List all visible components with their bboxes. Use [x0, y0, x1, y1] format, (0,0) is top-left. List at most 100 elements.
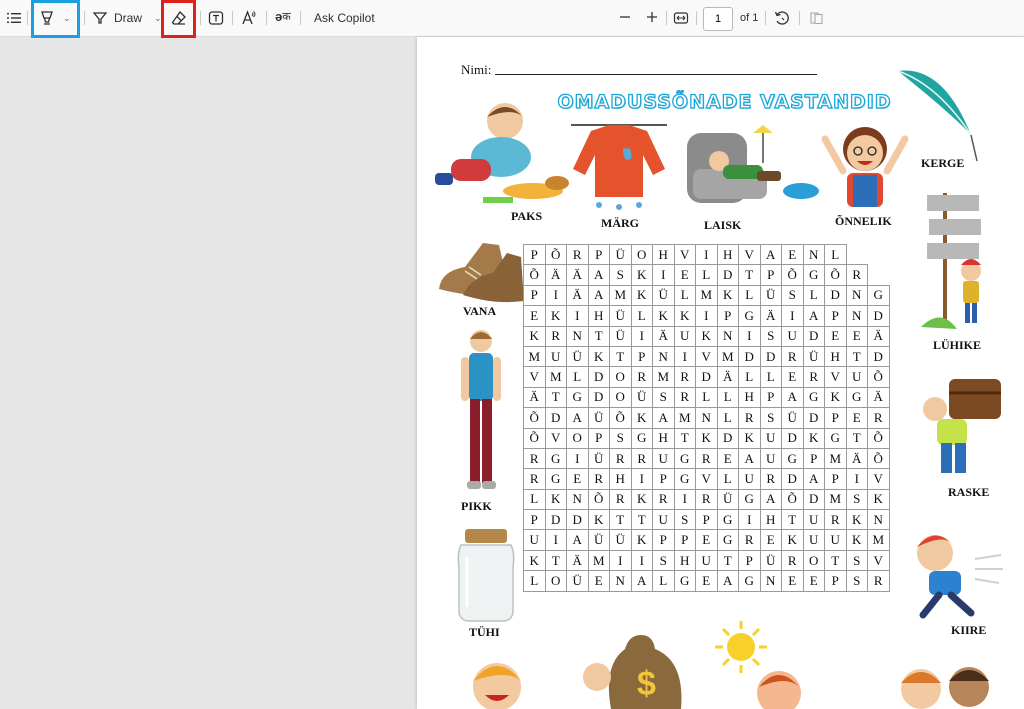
grid-cell: R: [759, 468, 782, 490]
grid-row: KRNTÜIÄUKNISUDEEÄ: [523, 325, 890, 347]
grid-cell: T: [738, 264, 761, 286]
short-girl-illustration: [921, 193, 981, 329]
grid-cell: P: [652, 529, 675, 551]
toolbar-divider: [84, 11, 85, 25]
grid-cell: P: [695, 509, 718, 531]
heavy-chest-man-illustration: [923, 379, 1001, 473]
page-number-input[interactable]: 1: [703, 7, 733, 31]
grid-cell: N: [867, 509, 890, 531]
grid-cell: L: [630, 305, 653, 327]
grid-cell: Ü: [716, 488, 739, 511]
grid-cell: T: [544, 549, 567, 572]
grid-cell: Ü: [609, 243, 632, 266]
grid-cell: A: [566, 407, 589, 429]
grid-cell: S: [759, 407, 782, 429]
grid-cell: Õ: [824, 264, 847, 286]
toolbar-divider: [666, 11, 667, 25]
grid-cell: S: [609, 427, 632, 449]
translate-icon-glyph: क: [282, 11, 291, 23]
grid-cell: R: [630, 366, 653, 388]
grid-cell: Ä: [716, 366, 739, 388]
grid-cell: V: [867, 468, 890, 490]
tall-boy-illustration: [461, 330, 501, 489]
grid-cell: D: [802, 407, 825, 429]
ask-copilot-button[interactable]: Ask Copilot: [314, 11, 375, 25]
grid-cell: I: [566, 305, 589, 327]
grid-cell: T: [845, 427, 868, 449]
grid-cell: K: [824, 386, 847, 409]
grid-cell: G: [738, 305, 761, 327]
grid-cell: E: [845, 325, 868, 347]
ask-copilot-label: Ask Copilot: [314, 11, 375, 25]
grid-cell: G: [738, 488, 761, 511]
toolbar-divider: [27, 11, 28, 25]
grid-cell: E: [759, 529, 782, 551]
rotate-button[interactable]: [774, 10, 790, 26]
grid-cell: P: [824, 570, 847, 592]
two-kids-illustration: [901, 667, 989, 709]
highlight-callout-box: [31, 0, 80, 38]
grid-cell: Õ: [587, 488, 610, 511]
grid-row: PIÄAMKÜLMKLÜSLDNG: [523, 284, 890, 307]
grid-cell: A: [716, 570, 739, 592]
grid-cell: K: [630, 284, 653, 307]
fit-page-button[interactable]: [673, 10, 689, 26]
grid-cell: M: [695, 284, 718, 307]
grid-cell: A: [738, 447, 761, 470]
hot-boy-illustration: [757, 671, 801, 709]
text-box-icon: [208, 11, 224, 25]
grid-cell: D: [738, 345, 761, 368]
grid-cell: Ä: [759, 305, 782, 327]
grid-cell: A: [802, 305, 825, 327]
grid-cell: L: [652, 570, 675, 592]
grid-cell: O: [544, 570, 567, 592]
zoom-out-button[interactable]: [618, 9, 632, 25]
draw-button[interactable]: Draw ⌄: [92, 10, 162, 26]
grid-cell: A: [652, 407, 675, 429]
contents-icon[interactable]: [6, 10, 22, 26]
read-aloud-button[interactable]: [241, 10, 257, 26]
grid-cell: I: [652, 264, 675, 286]
grid-cell: M: [673, 407, 696, 429]
grid-cell: H: [673, 549, 696, 572]
grid-cell: Õ: [523, 264, 546, 286]
grid-cell: I: [673, 345, 696, 368]
grid-cell: K: [845, 529, 868, 551]
grid-cell: R: [802, 366, 825, 388]
grid-cell: R: [566, 243, 589, 266]
grid-cell: Ü: [759, 549, 782, 572]
grid-cell: E: [673, 264, 696, 286]
wet-sweater-illustration: [571, 124, 667, 210]
page-total-label: of 1: [740, 12, 759, 24]
page-total: of 1: [740, 12, 758, 24]
grid-cell: N: [609, 570, 632, 592]
grid-cell: U: [845, 366, 868, 388]
grid-cell: R: [824, 509, 847, 531]
grid-cell: T: [587, 325, 610, 347]
grid-cell: D: [802, 488, 825, 511]
name-underline: [495, 74, 817, 75]
grid-cell: Ü: [587, 447, 610, 470]
grid-cell: S: [609, 264, 632, 286]
grid-cell: M: [523, 345, 546, 368]
grid-cell: Ü: [566, 570, 589, 592]
grid-cell: U: [802, 509, 825, 531]
grid-cell: R: [544, 325, 567, 347]
grid-cell: U: [824, 529, 847, 551]
grid-cell: V: [824, 366, 847, 388]
add-text-button[interactable]: [208, 10, 224, 26]
toolbar-divider: [300, 11, 301, 25]
grid-cell: Ä: [544, 264, 567, 286]
translate-button[interactable]: ə क: [275, 9, 291, 24]
grid-cell: D: [544, 509, 567, 531]
grid-cell: A: [587, 284, 610, 307]
grid-cell: M: [609, 284, 632, 307]
page-view-button[interactable]: [809, 10, 825, 26]
zoom-in-button[interactable]: [645, 9, 659, 25]
grid-cell: G: [738, 570, 761, 592]
grid-cell: H: [609, 468, 632, 490]
grid-cell: Ü: [566, 345, 589, 368]
grid-cell: I: [630, 325, 653, 347]
grid-cell: R: [673, 386, 696, 409]
grid-cell: L: [759, 366, 782, 388]
